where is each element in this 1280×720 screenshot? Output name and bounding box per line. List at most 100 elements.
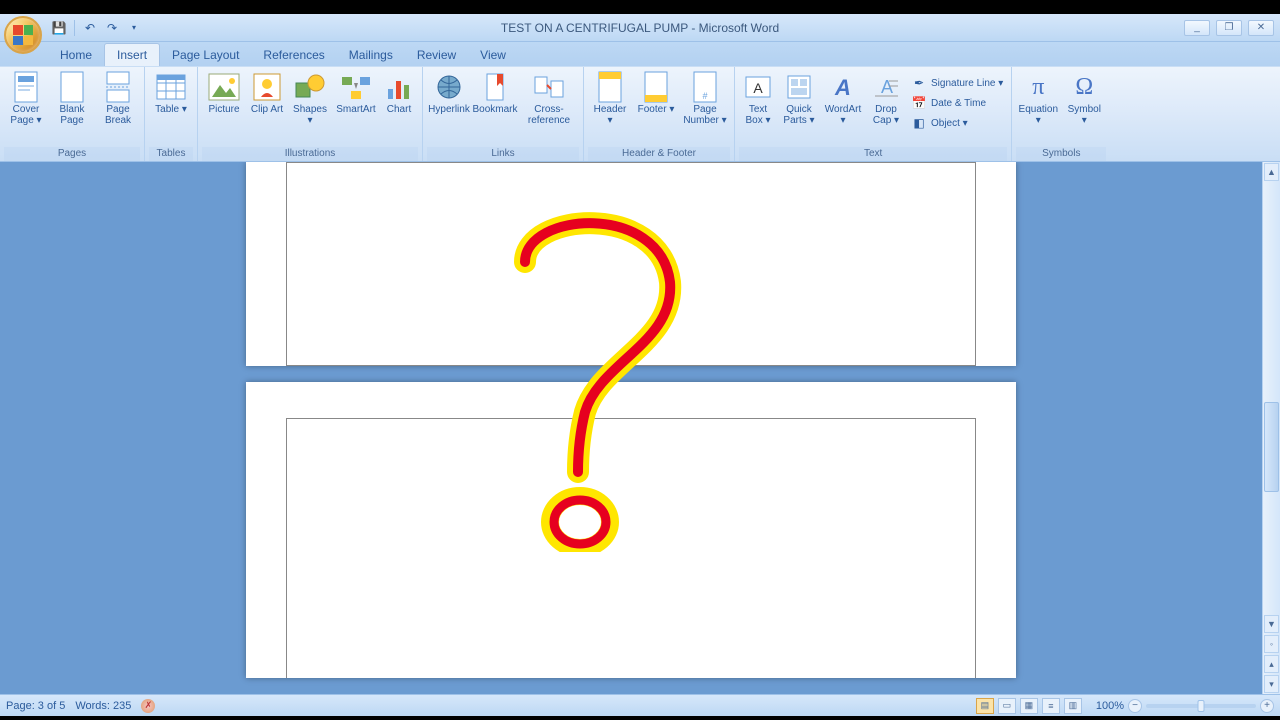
tab-review[interactable]: Review xyxy=(405,44,468,66)
ribbon-tabs: Home Insert Page Layout References Maili… xyxy=(0,42,1280,66)
scroll-track[interactable] xyxy=(1263,182,1280,614)
smartart-icon xyxy=(340,71,372,103)
date-time-button[interactable]: 📅Date & Time xyxy=(907,93,1007,113)
footer-button[interactable]: Footer ▾ xyxy=(634,69,678,117)
title-bar: 💾 ↶ ↷ ▾ TEST ON A CENTRIFUGAL PUMP - Mic… xyxy=(0,14,1280,42)
svg-text:#: # xyxy=(702,91,707,101)
page-break-icon xyxy=(102,71,134,103)
symbol-icon: Ω xyxy=(1068,71,1100,103)
wordart-icon: A xyxy=(827,71,859,103)
office-button[interactable] xyxy=(4,16,42,54)
signature-icon: ✒ xyxy=(911,75,927,91)
svg-text:A: A xyxy=(881,77,893,97)
group-symbols: π Equation ▾ Ω Symbol ▾ Symbols xyxy=(1012,67,1110,161)
redo-button[interactable]: ↷ xyxy=(103,19,121,37)
page-break-button[interactable]: Page Break xyxy=(96,69,140,128)
document-area: ▲ ▼ ◦ ▴ ▾ xyxy=(0,162,1280,694)
table-button[interactable]: Table ▾ xyxy=(149,69,193,117)
calendar-icon: 📅 xyxy=(911,95,927,111)
tab-view[interactable]: View xyxy=(468,44,518,66)
redo-icon: ↷ xyxy=(107,21,117,35)
picture-button[interactable]: Picture xyxy=(202,69,246,117)
group-label-header-footer: Header & Footer xyxy=(588,147,730,161)
smartart-button[interactable]: SmartArt xyxy=(334,69,378,117)
qat-customize[interactable]: ▾ xyxy=(125,19,143,37)
close-button[interactable]: ✕ xyxy=(1248,20,1274,36)
text-box-icon: A xyxy=(742,71,774,103)
maximize-button[interactable]: ❐ xyxy=(1216,20,1242,36)
cross-reference-button[interactable]: Cross-reference xyxy=(519,69,579,128)
header-icon xyxy=(594,71,626,103)
tab-mailings[interactable]: Mailings xyxy=(337,44,405,66)
text-box-button[interactable]: A Text Box ▾ xyxy=(739,69,777,128)
zoom-percent[interactable]: 100% xyxy=(1096,700,1124,712)
minimize-button[interactable]: _ xyxy=(1184,20,1210,36)
equation-icon: π xyxy=(1022,71,1054,103)
vertical-scrollbar[interactable]: ▲ ▼ ◦ ▴ ▾ xyxy=(1262,162,1280,694)
view-web-layout[interactable]: ▦ xyxy=(1020,698,1038,714)
footer-icon xyxy=(640,71,672,103)
page-number-button[interactable]: # Page Number ▾ xyxy=(680,69,730,128)
cover-page-button[interactable]: Cover Page ▾ xyxy=(4,69,48,128)
document-page-lower[interactable] xyxy=(246,382,1016,678)
next-page-button[interactable]: ▾ xyxy=(1264,675,1279,693)
table-icon xyxy=(155,71,187,103)
signature-line-button[interactable]: ✒Signature Line ▾ xyxy=(907,73,1007,93)
zoom-out-button[interactable]: − xyxy=(1128,699,1142,713)
header-button[interactable]: Header ▾ xyxy=(588,69,632,128)
chevron-down-icon: ▾ xyxy=(132,23,136,32)
browse-object-button[interactable]: ◦ xyxy=(1264,635,1279,653)
symbol-button[interactable]: Ω Symbol ▾ xyxy=(1062,69,1106,128)
object-icon: ◧ xyxy=(911,115,927,131)
quick-parts-button[interactable]: Quick Parts ▾ xyxy=(779,69,819,128)
view-print-layout[interactable]: ▤ xyxy=(976,698,994,714)
undo-button[interactable]: ↶ xyxy=(81,19,99,37)
save-icon: 💾 xyxy=(52,21,67,35)
zoom-slider-thumb[interactable] xyxy=(1198,700,1205,712)
shapes-button[interactable]: Shapes ▾ xyxy=(288,69,332,128)
group-tables: Table ▾ Tables xyxy=(145,67,198,161)
object-button[interactable]: ◧Object ▾ xyxy=(907,113,1007,133)
tab-home[interactable]: Home xyxy=(48,44,104,66)
save-button[interactable]: 💾 xyxy=(50,19,68,37)
view-full-screen[interactable]: ▭ xyxy=(998,698,1016,714)
svg-text:A: A xyxy=(834,75,851,100)
group-illustrations: Picture Clip Art Shapes ▾ SmartArt Chart xyxy=(198,67,423,161)
hyperlink-button[interactable]: Hyperlink xyxy=(427,69,471,117)
blank-page-button[interactable]: Blank Page xyxy=(50,69,94,128)
zoom-slider[interactable] xyxy=(1146,704,1256,708)
document-scroll[interactable] xyxy=(0,162,1262,694)
drop-cap-button[interactable]: A Drop Cap ▾ xyxy=(867,69,905,128)
group-label-symbols: Symbols xyxy=(1016,147,1106,161)
prev-page-button[interactable]: ▴ xyxy=(1264,655,1279,673)
chart-button[interactable]: Chart xyxy=(380,69,418,117)
quick-parts-icon xyxy=(783,71,815,103)
undo-icon: ↶ xyxy=(85,21,95,35)
group-links: Hyperlink Bookmark Cross-reference Links xyxy=(423,67,584,161)
spell-check-icon[interactable]: ✗ xyxy=(141,699,155,713)
status-words[interactable]: Words: 235 xyxy=(75,700,131,712)
group-header-footer: Header ▾ Footer ▾ # Page Number ▾ Header… xyxy=(584,67,735,161)
scroll-down-button[interactable]: ▼ xyxy=(1264,615,1279,633)
tab-page-layout[interactable]: Page Layout xyxy=(160,44,251,66)
scroll-thumb[interactable] xyxy=(1264,402,1279,492)
view-outline[interactable]: ≡ xyxy=(1042,698,1060,714)
document-page-upper[interactable] xyxy=(246,162,1016,366)
view-draft[interactable]: ▥ xyxy=(1064,698,1082,714)
quick-access-toolbar: 💾 ↶ ↷ ▾ xyxy=(50,19,143,37)
shapes-icon xyxy=(294,71,326,103)
bookmark-button[interactable]: Bookmark xyxy=(473,69,517,117)
picture-icon xyxy=(208,71,240,103)
zoom-in-button[interactable]: + xyxy=(1260,699,1274,713)
ribbon-insert: Cover Page ▾ Blank Page Page Break Pages… xyxy=(0,66,1280,162)
equation-button[interactable]: π Equation ▾ xyxy=(1016,69,1060,128)
status-page[interactable]: Page: 3 of 5 xyxy=(6,700,65,712)
tab-references[interactable]: References xyxy=(251,44,336,66)
wordart-button[interactable]: A WordArt ▾ xyxy=(821,69,865,128)
clip-art-button[interactable]: Clip Art xyxy=(248,69,286,117)
tab-insert[interactable]: Insert xyxy=(104,43,160,66)
chart-icon xyxy=(383,71,415,103)
blank-page-icon xyxy=(56,71,88,103)
bookmark-icon xyxy=(479,71,511,103)
scroll-up-button[interactable]: ▲ xyxy=(1264,163,1279,181)
